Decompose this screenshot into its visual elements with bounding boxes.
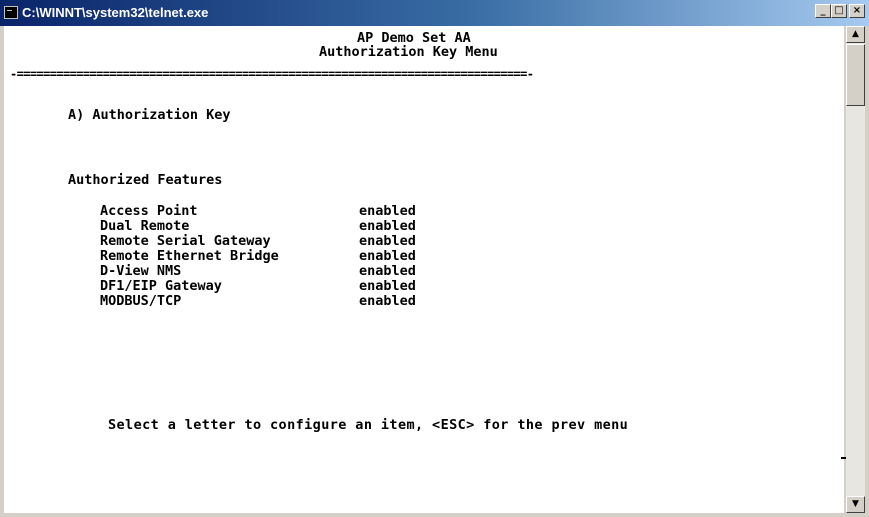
feature-status: enabled	[359, 248, 416, 264]
menu-title: Authorization Key Menu	[319, 44, 498, 60]
close-button[interactable]: ×	[849, 4, 865, 18]
feature-name: Remote Ethernet Bridge	[100, 248, 279, 264]
vertical-scrollbar[interactable]: ▲ ▼	[846, 26, 865, 513]
feature-name: D-View NMS	[100, 263, 182, 279]
maximize-button[interactable]: □	[831, 4, 847, 18]
feature-name: Remote Serial Gateway	[100, 233, 271, 249]
terminal-screen[interactable]: AP Demo Set AA Authorization Key Menu -=…	[4, 26, 844, 513]
scrollbar-thumb[interactable]	[846, 44, 865, 106]
title-bar[interactable]: C:\WINNT\system32\telnet.exe _ □ ×	[0, 0, 869, 26]
feature-status: enabled	[359, 293, 416, 309]
features-heading: Authorized Features	[68, 172, 223, 188]
scroll-up-button[interactable]: ▲	[846, 26, 865, 43]
console-app-icon[interactable]	[4, 6, 18, 19]
feature-status: enabled	[359, 203, 416, 219]
feature-name: DF1/EIP Gateway	[100, 278, 222, 294]
window-title: C:\WINNT\system32\telnet.exe	[22, 5, 209, 20]
feature-name: Access Point	[100, 203, 198, 219]
header-separator: -=======================================…	[10, 67, 534, 81]
scroll-down-button[interactable]: ▼	[846, 496, 865, 513]
feature-name: MODBUS/TCP	[100, 293, 182, 309]
menu-item-authorization-key[interactable]: A) Authorization Key	[68, 108, 231, 123]
feature-status: enabled	[359, 263, 416, 279]
command-prompt: Select a letter to configure an item, <E…	[108, 417, 629, 433]
feature-status: enabled	[359, 233, 416, 249]
telnet-window: C:\WINNT\system32\telnet.exe _ □ × AP De…	[0, 0, 869, 517]
minimize-button[interactable]: _	[815, 4, 831, 18]
feature-name: Dual Remote	[100, 218, 190, 234]
feature-status: enabled	[359, 218, 416, 234]
feature-status: enabled	[359, 278, 416, 294]
